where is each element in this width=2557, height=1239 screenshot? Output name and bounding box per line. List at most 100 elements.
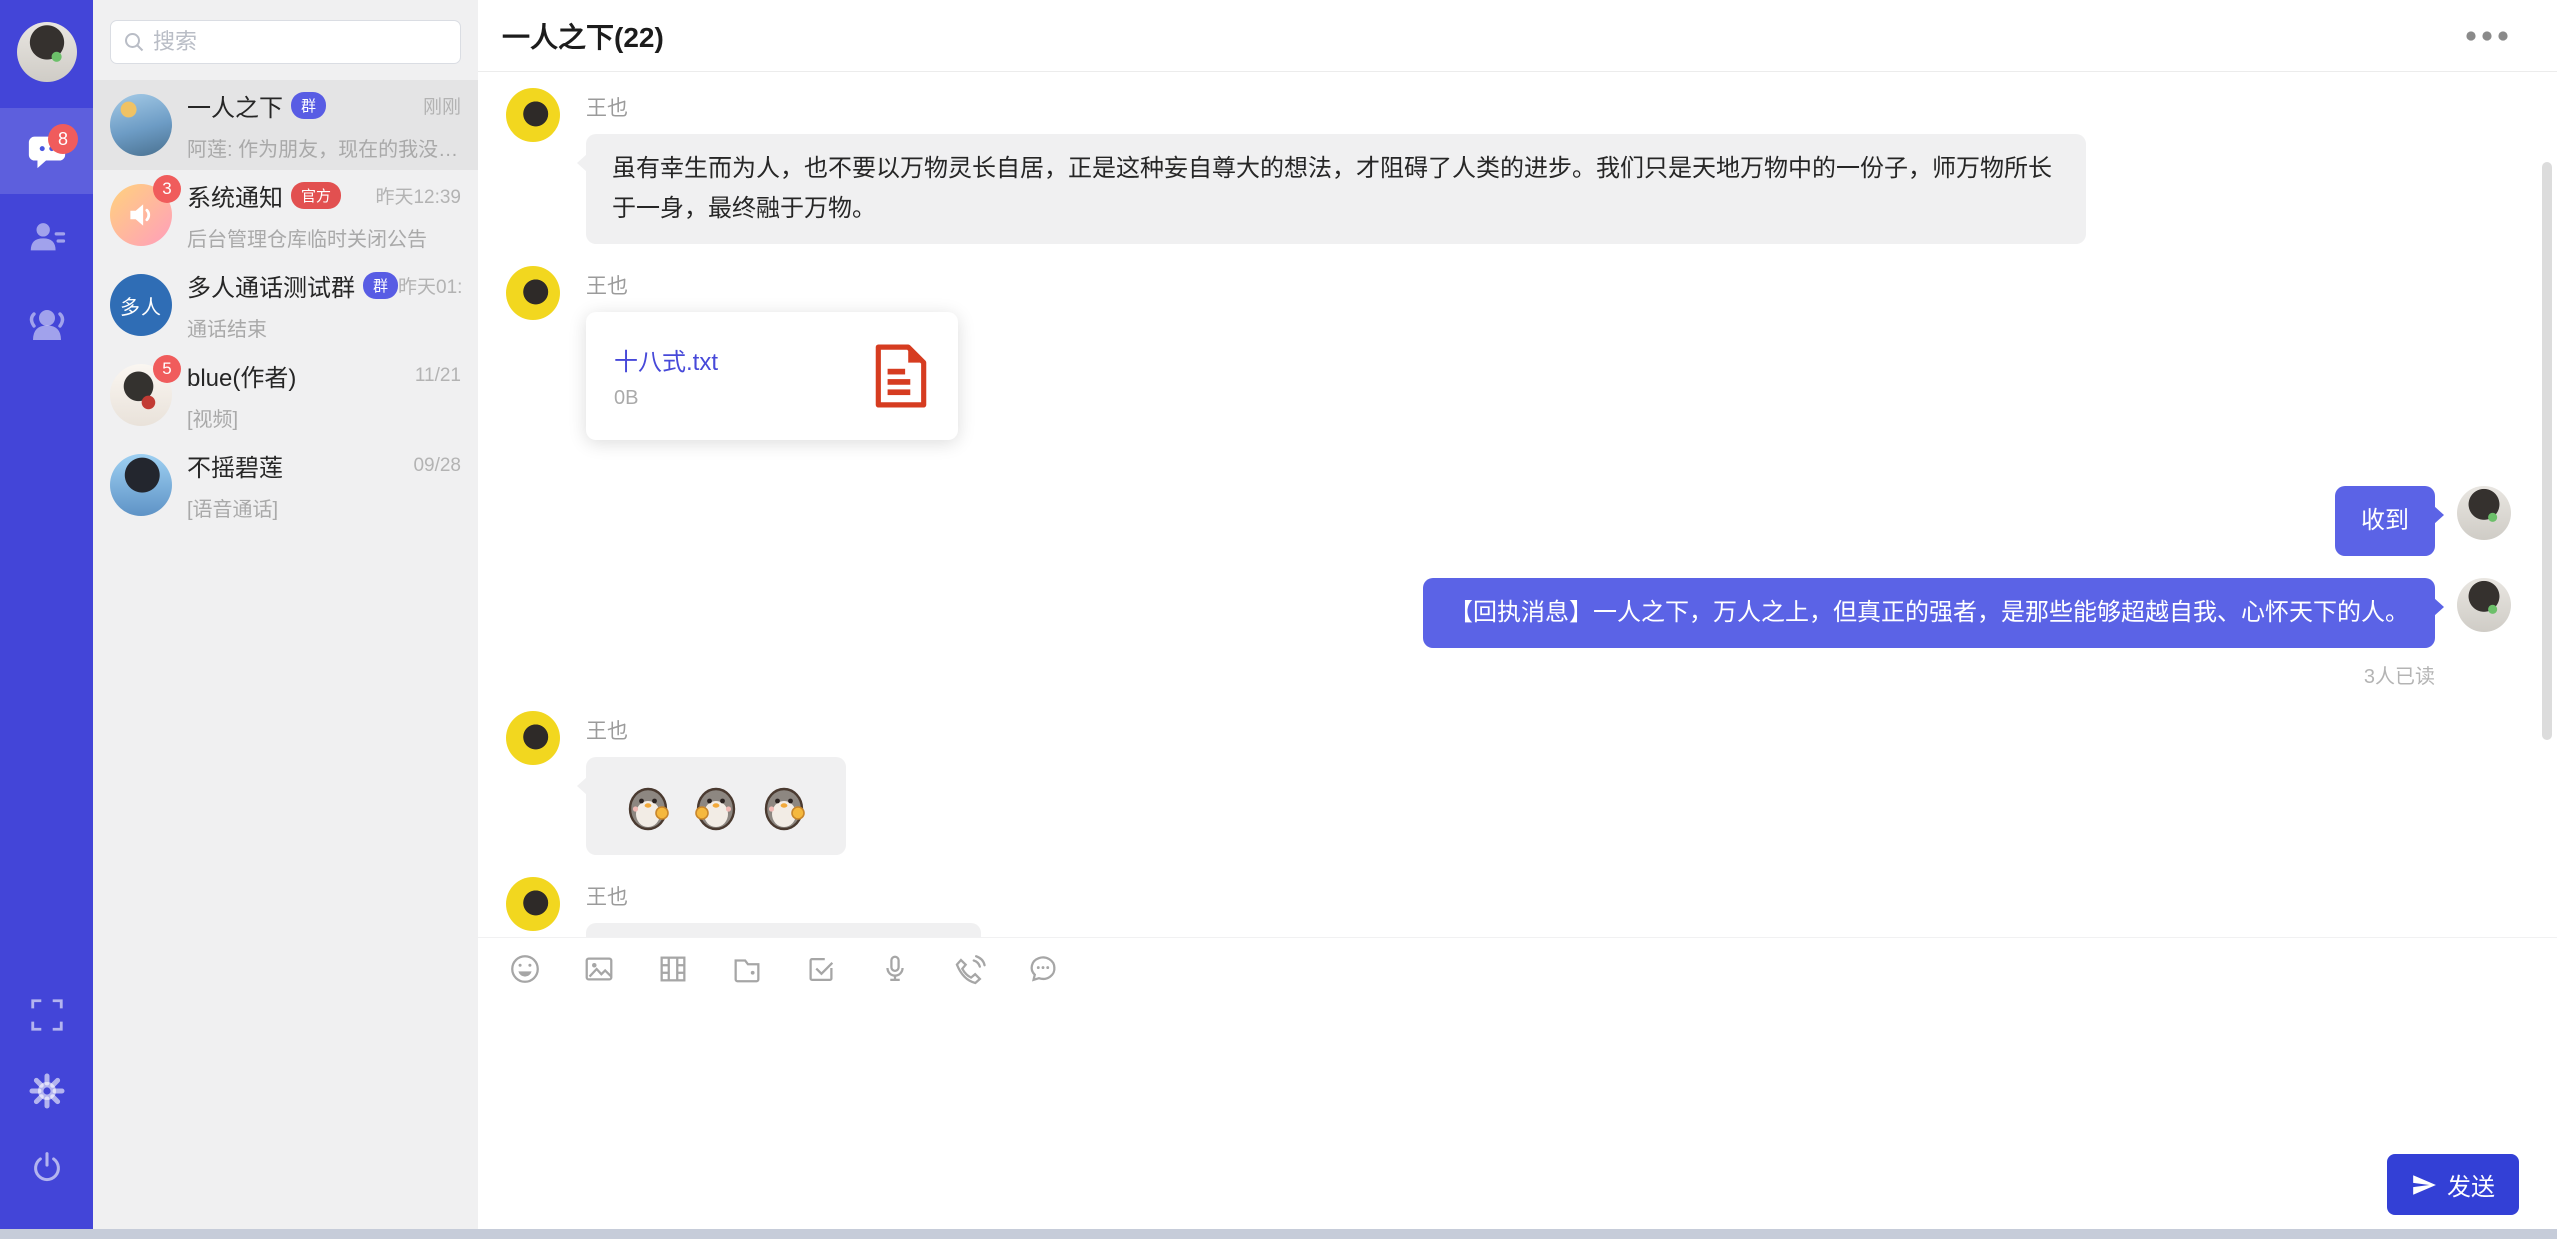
message-input[interactable] (478, 1002, 2557, 1159)
conversation-item-blue-author[interactable]: 5 blue(作者) 11/21 [视频] (93, 350, 478, 440)
self-avatar[interactable] (2457, 578, 2511, 632)
conversation-avatar: 3 (110, 184, 172, 246)
user-avatar[interactable] (17, 22, 77, 82)
conversation-item-body: 一人之下 群 刚刚 阿莲: 作为朋友，现在的我没法... (187, 88, 461, 162)
message-row: 收到 (506, 486, 2511, 556)
sidebar-item-groups[interactable] (0, 280, 93, 366)
sender-name: 王也 (586, 270, 958, 300)
conversation-preview: [视频] (187, 403, 461, 432)
composer: 发送 (478, 937, 2557, 1239)
conversation-avatar (110, 454, 172, 516)
search-box[interactable] (110, 20, 461, 64)
sender-name: 王也 (586, 715, 846, 745)
sidebar-item-chats[interactable]: 8 (0, 108, 93, 194)
conversation-title: blue(作者) (187, 358, 296, 393)
message-bubble[interactable]: 收到 (2335, 486, 2435, 556)
message-row: 【回执消息】一人之下，万人之上，但真正的强者，是那些能够超越自我、心怀天下的人。… (506, 578, 2511, 689)
conversation-preview: [语音通话] (187, 493, 461, 522)
conversation-list-panel: 一人之下 群 刚刚 阿莲: 作为朋友，现在的我没法... 3 (93, 0, 478, 1239)
conversation-preview: 阿莲: 作为朋友，现在的我没法... (187, 133, 461, 162)
power-button[interactable] (0, 1129, 93, 1205)
image-icon (582, 952, 616, 986)
conversation-item-multi-call-group[interactable]: 多人 多人通话测试群 群 昨天01:29 通话结束 (93, 260, 478, 350)
file-attachment-card[interactable]: 十八式.txt 0B (586, 312, 958, 440)
conversation-avatar (110, 94, 172, 156)
send-button[interactable]: 发送 (2387, 1154, 2519, 1215)
conversation-title: 系统通知 (187, 178, 283, 213)
message-row: 王也 十八式.txt 0B (506, 266, 2511, 440)
chat-header: 一人之下(22) (478, 0, 2557, 72)
sidebar-item-contacts[interactable] (0, 194, 93, 280)
search-icon (123, 31, 145, 53)
unread-count-badge: 3 (153, 175, 181, 203)
sidebar: 8 (0, 0, 93, 1239)
conversation-avatar: 多人 (110, 274, 172, 336)
conversation-list: 一人之下 群 刚刚 阿莲: 作为朋友，现在的我没法... 3 (93, 80, 478, 530)
composer-toolbar (478, 938, 2557, 996)
conversation-preview: 通话结束 (187, 313, 461, 342)
call-button[interactable] (952, 952, 986, 986)
conversation-time: 昨天12:39 (375, 182, 461, 209)
message-row: 王也 虽有幸生而为人，也不要以万物灵长自居，正是这种妄自尊大的想法，才阻碍了人类… (506, 88, 2511, 244)
app-window: 8 (0, 0, 2557, 1239)
file-name[interactable]: 十八式.txt (614, 342, 718, 377)
more-dots-icon (2465, 30, 2509, 42)
microphone-icon (878, 952, 912, 986)
sender-avatar[interactable] (506, 88, 560, 142)
voice-button[interactable] (878, 952, 912, 986)
official-tag-badge: 官方 (291, 182, 341, 209)
video-icon (656, 952, 690, 986)
sender-avatar[interactable] (506, 266, 560, 320)
conversation-avatar: 5 (110, 364, 172, 426)
sender-name: 王也 (586, 92, 2086, 122)
video-button[interactable] (656, 952, 690, 986)
power-icon (28, 1148, 66, 1186)
more-options-button[interactable] (2459, 24, 2515, 48)
conversation-title: 一人之下 (187, 88, 283, 123)
vertical-scrollbar[interactable] (2542, 162, 2552, 740)
message-list[interactable]: 王也 虽有幸生而为人，也不要以万物灵长自居，正是这种妄自尊大的想法，才阻碍了人类… (478, 72, 2557, 937)
sender-avatar[interactable] (506, 877, 560, 931)
file-size: 0B (614, 387, 718, 410)
group-tag-badge: 群 (291, 92, 326, 119)
screenshot-button[interactable] (804, 952, 838, 986)
group-tag-badge: 群 (363, 272, 398, 299)
horizontal-scrollbar[interactable] (0, 1229, 2557, 1239)
contacts-icon (26, 216, 68, 258)
conversation-item-buyaobilian[interactable]: 不摇碧莲 09/28 [语音通话] (93, 440, 478, 530)
conversation-item-system-notice[interactable]: 3 系统通知 官方 昨天12:39 后台管理仓库临时关闭公告 (93, 170, 478, 260)
sender-avatar[interactable] (506, 711, 560, 765)
message-bubble[interactable]: 虽有幸生而为人，也不要以万物灵长自居，正是这种妄自尊大的想法，才阻碍了人类的进步… (586, 134, 2086, 244)
fullscreen-button[interactable] (0, 977, 93, 1053)
penguin-sticker-icon (758, 780, 810, 832)
conversation-item-yirenzhixia[interactable]: 一人之下 群 刚刚 阿莲: 作为朋友，现在的我没法... (93, 80, 478, 170)
read-status: 3人已读 (2364, 660, 2435, 689)
avatar-text: 多人 (120, 291, 162, 320)
conversation-time: 刚刚 (423, 92, 461, 119)
message-bubble[interactable] (586, 757, 846, 855)
chat-history-button[interactable] (1026, 952, 1060, 986)
message-bubble[interactable]: 过去无可挽回，未来可以改变 。 (586, 923, 981, 937)
conversation-time: 昨天01:29 (398, 272, 461, 299)
search-input[interactable] (153, 29, 448, 55)
document-file-icon (872, 343, 930, 409)
self-avatar[interactable] (2457, 486, 2511, 540)
message-dots-icon (1026, 952, 1060, 986)
paper-plane-icon (2411, 1172, 2437, 1198)
file-folder-button[interactable] (730, 952, 764, 986)
group-icon (25, 301, 69, 345)
message-bubble[interactable]: 【回执消息】一人之下，万人之上，但真正的强者，是那些能够超越自我、心怀天下的人。 (1423, 578, 2435, 648)
sender-name: 王也 (586, 881, 981, 911)
image-button[interactable] (582, 952, 616, 986)
conversation-item-body: 不摇碧莲 09/28 [语音通话] (187, 448, 461, 522)
gear-icon (27, 1071, 67, 1111)
penguin-sticker-icon (622, 780, 674, 832)
settings-button[interactable] (0, 1053, 93, 1129)
fullscreen-icon (28, 996, 66, 1034)
emoji-icon (508, 952, 542, 986)
emoji-button[interactable] (508, 952, 542, 986)
unread-count-badge: 5 (153, 355, 181, 383)
conversation-item-body: 系统通知 官方 昨天12:39 后台管理仓库临时关闭公告 (187, 178, 461, 252)
conversation-time: 11/21 (415, 365, 461, 387)
penguin-sticker-icon (690, 780, 742, 832)
